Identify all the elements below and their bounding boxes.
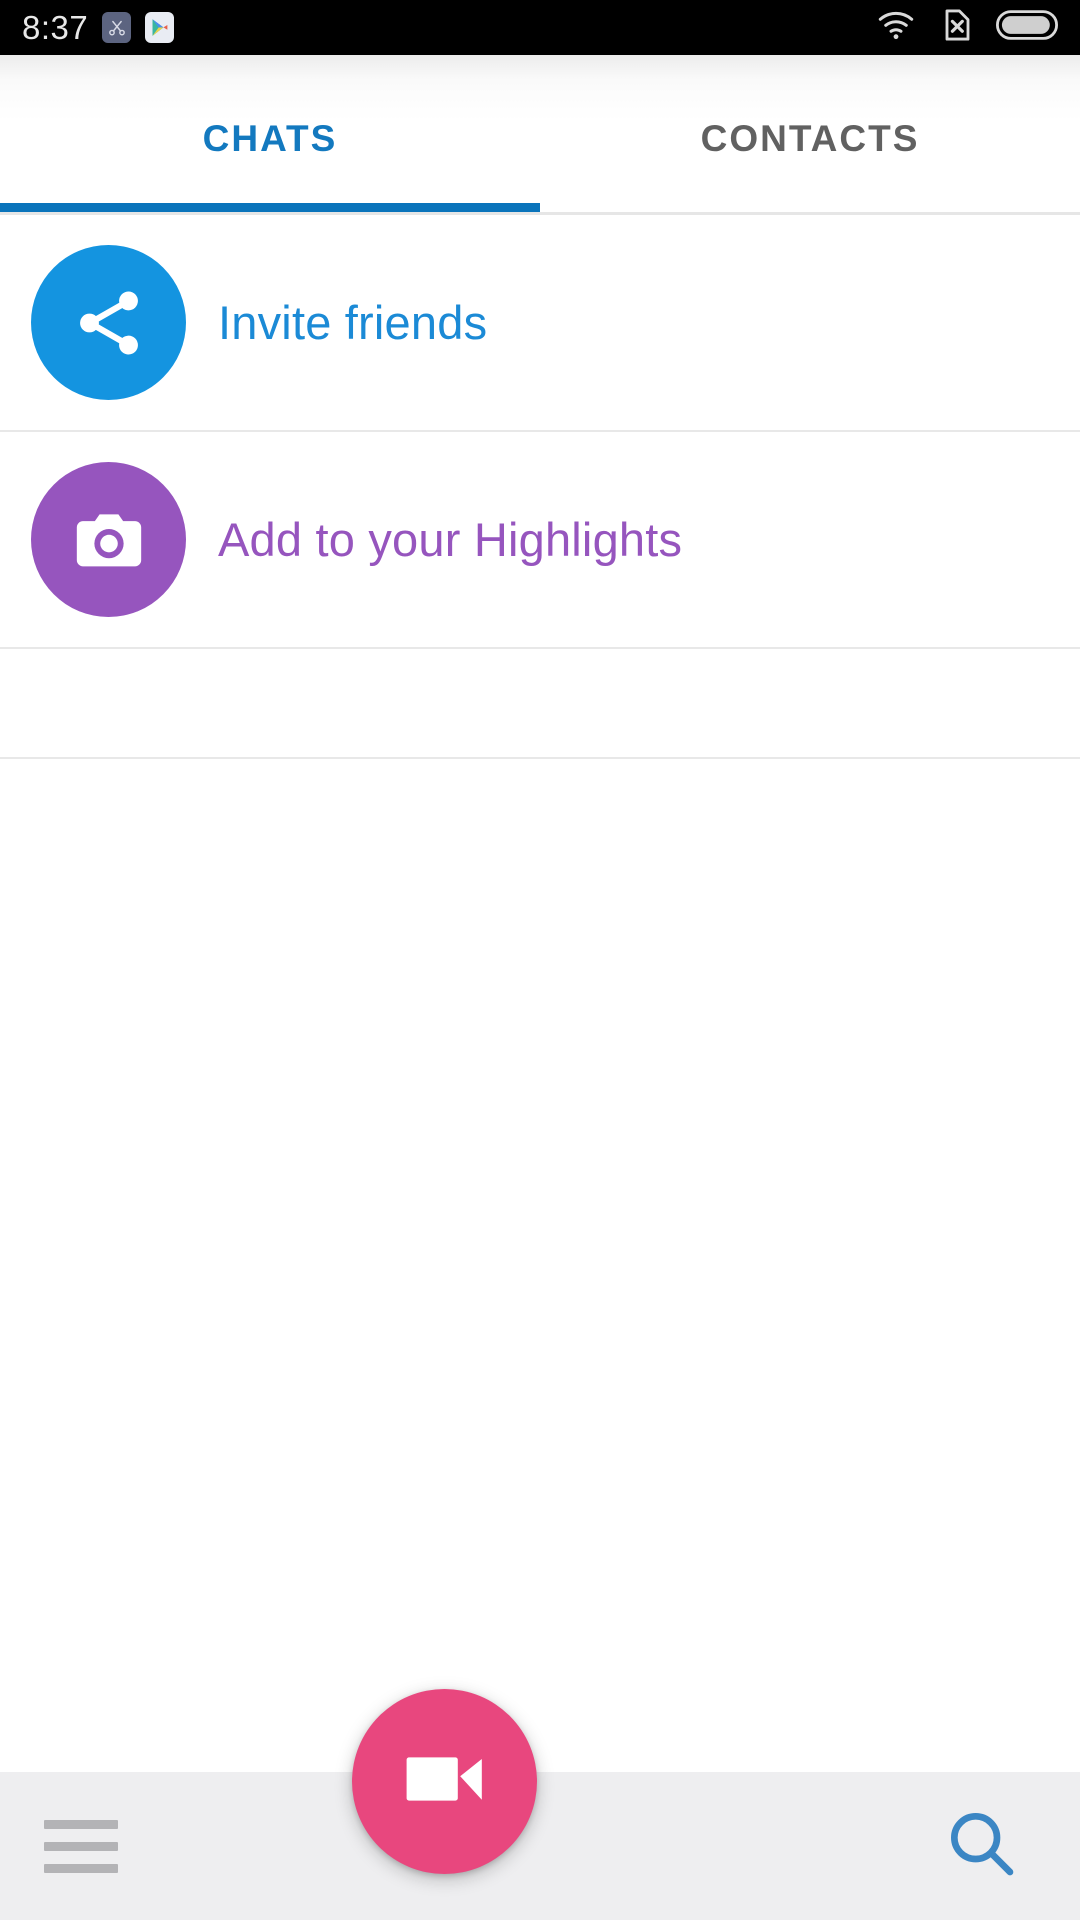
tab-bar: CHATS CONTACTS — [0, 55, 1080, 212]
video-camera-icon — [397, 1731, 493, 1832]
list-divider — [0, 757, 1080, 759]
share-icon — [31, 245, 186, 400]
list-item-add-to-highlights[interactable]: Add to your Highlights — [0, 432, 1080, 647]
list-item-label: Add to your Highlights — [218, 513, 683, 566]
chat-list: Invite friends Add to your Highlights — [0, 215, 1080, 759]
tab-active-indicator — [0, 203, 540, 212]
app-screen: 8:37 CHATS CONTACTS Invite friends Add t… — [0, 0, 1080, 1920]
tab-contacts[interactable]: CONTACTS — [540, 55, 1080, 212]
status-bar-left: 8:37 — [22, 9, 175, 46]
search-button[interactable] — [932, 1796, 1032, 1896]
wifi-icon — [876, 9, 916, 46]
list-item-label: Invite friends — [218, 296, 488, 349]
camera-icon — [31, 462, 186, 617]
hamburger-icon-line — [44, 1819, 118, 1829]
battery-icon — [996, 10, 1058, 45]
list-empty-row — [0, 649, 1080, 757]
screenshot-icon — [102, 12, 132, 43]
tab-chats[interactable]: CHATS — [0, 55, 540, 212]
status-bar-right — [876, 7, 1062, 48]
status-time: 8:37 — [22, 9, 89, 46]
search-icon — [942, 1804, 1022, 1889]
status-bar: 8:37 — [0, 0, 1080, 55]
new-video-call-fab[interactable] — [352, 1689, 537, 1874]
play-store-icon — [145, 12, 175, 43]
tab-chats-label: CHATS — [202, 117, 338, 159]
no-sim-icon — [938, 7, 974, 48]
list-item-invite-friends[interactable]: Invite friends — [0, 215, 1080, 430]
bottom-bar — [0, 1772, 1080, 1920]
hamburger-icon-line — [44, 1841, 118, 1851]
tab-contacts-label: CONTACTS — [700, 117, 920, 159]
menu-button[interactable] — [38, 1801, 128, 1891]
hamburger-icon-line — [44, 1863, 118, 1873]
